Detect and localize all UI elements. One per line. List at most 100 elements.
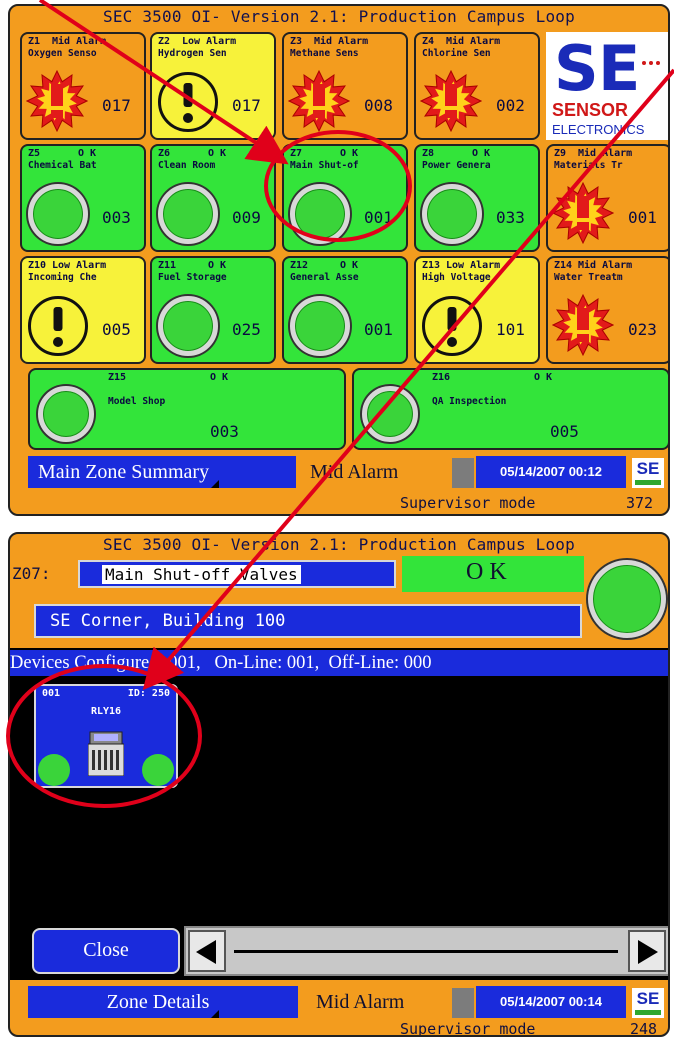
device-card[interactable]: 001 ID: 250 RLY16 (34, 684, 178, 788)
zone-tile-z9[interactable]: Z9 Mid Alarm Materials Tr 001 (546, 144, 668, 252)
sensor-electronics-logo: S E SENSOR ELECTRONICS (546, 32, 668, 140)
zone-status: Mid Alarm (446, 36, 501, 47)
zone-name: Model Shop (108, 396, 166, 407)
zone-number: Z15 (108, 372, 127, 383)
zone-number: Z5 (28, 148, 41, 159)
zone-name: QA Inspection (432, 396, 507, 407)
datetime-display: 05/14/2007 00:14 (476, 986, 626, 1018)
window-title: SEC 3500 OI- Version 2.1: Production Cam… (10, 534, 668, 556)
zone-name: General Asse (290, 272, 359, 283)
menu-label: Main Zone Summary (38, 461, 210, 483)
zone-tile-z13[interactable]: Z13 Low Alarm High Voltage 101 (414, 256, 540, 364)
ok-status-icon (362, 386, 418, 442)
menu-label: Zone Details (106, 991, 210, 1013)
zone-device-count: 003 (102, 208, 131, 227)
zone-tile-z11[interactable]: Z11 O K Fuel Storage 025 (150, 256, 276, 364)
zone-number: Z13 (422, 260, 441, 271)
location-text: SE Corner, Building 100 (50, 611, 286, 631)
main-zone-summary-screen: SEC 3500 OI- Version 2.1: Production Cam… (8, 4, 670, 516)
device-right-status-icon (142, 754, 174, 786)
zone-device-count: 023 (628, 320, 657, 339)
zone-tile-z16[interactable]: Z16 O K QA Inspection 005 (352, 368, 668, 450)
zone-tile-z5[interactable]: Z5 O K Chemical Bat 003 (20, 144, 146, 252)
alarm-indicator-box (452, 988, 474, 1018)
zone-number: Z14 (554, 260, 573, 271)
zone-status: Mid Alarm (314, 36, 369, 47)
zone-device-count: 005 (102, 320, 131, 339)
zone-tile-z6[interactable]: Z6 O K Clean Room 009 (150, 144, 276, 252)
ok-status-icon (290, 296, 350, 356)
zone-number: Z12 (290, 260, 309, 271)
mid-alarm-burst-icon (288, 70, 350, 132)
ok-status-icon (158, 184, 218, 244)
zone-number: Z6 (158, 148, 171, 159)
relay-module-icon (88, 731, 124, 776)
alarm-indicator-box (452, 458, 474, 488)
close-button-label: Close (83, 939, 129, 961)
zone-device-count: 017 (232, 96, 261, 115)
mid-alarm-burst-icon (552, 294, 614, 356)
zone-tile-z2[interactable]: Z2 Low Alarm Hydrogen Sen 017 (150, 32, 276, 140)
zone-status: O K (340, 148, 359, 159)
zone-name: Main Shut-of (290, 160, 359, 171)
ok-status-icon (422, 184, 482, 244)
scroll-left-button[interactable] (188, 930, 226, 972)
zone-number: Z1 (28, 36, 41, 47)
zone-device-count: 001 (364, 320, 393, 339)
zone-name: Chlorine Sen (422, 48, 491, 59)
zone-device-count: 009 (232, 208, 261, 227)
alarm-status-label: Mid Alarm (316, 991, 405, 1013)
zone-tile-z15[interactable]: Z15 O K Model Shop 003 (28, 368, 346, 450)
zone-name-text: Main Shut-off Valves (102, 565, 301, 584)
scroll-right-button[interactable] (628, 930, 666, 972)
device-scrollbar[interactable] (184, 926, 668, 976)
mode-label: Supervisor mode (400, 1020, 536, 1037)
zone-device-count: 017 (102, 96, 131, 115)
location-field[interactable]: SE Corner, Building 100 (34, 604, 582, 638)
zone-tile-z1[interactable]: Z1 Mid Alarm Oxygen Senso 017 (20, 32, 146, 140)
zone-tile-z14[interactable]: Z14 Mid Alarm Water Treatm 023 (546, 256, 668, 364)
svg-text:E: E (598, 32, 640, 105)
zone-tile-z12[interactable]: Z12 O K General Asse 001 (282, 256, 408, 364)
zone-device-count: 002 (496, 96, 525, 115)
zone-tile-z8[interactable]: Z8 O K Power Genera 033 (414, 144, 540, 252)
scroll-left-arrow-icon (196, 940, 216, 964)
zone-status: O K (340, 260, 359, 271)
zone-number: Z8 (422, 148, 435, 159)
zone-status-text: O K (466, 559, 507, 585)
low-alarm-icon (422, 296, 482, 356)
zone-device-count: 008 (364, 96, 393, 115)
mid-alarm-burst-icon (420, 70, 482, 132)
zone-device-count: 001 (628, 208, 657, 227)
zone-tile-z4[interactable]: Z4 Mid Alarm Chlorine Sen 002 (414, 32, 540, 140)
zone-device-count: 001 (364, 208, 393, 227)
datetime-display: 05/14/2007 00:12 (476, 456, 626, 488)
mid-alarm-burst-icon (26, 70, 88, 132)
logo-sensor-text: SENSOR (552, 100, 629, 120)
zone-tile-z3[interactable]: Z3 Mid Alarm Methane Sens 008 (282, 32, 408, 140)
zone-name-field[interactable]: Main Shut-off Valves (78, 560, 396, 588)
device-left-status-icon (38, 754, 70, 786)
zone-name: Hydrogen Sen (158, 48, 227, 59)
device-number: 001 (42, 688, 61, 699)
ok-status-icon (290, 184, 350, 244)
zone-status: O K (472, 148, 491, 159)
ok-status-icon (28, 184, 88, 244)
zone-name: High Voltage (422, 272, 491, 283)
main-zone-summary-menu[interactable]: Main Zone Summary (28, 456, 296, 488)
zone-name: Materials Tr (554, 160, 623, 171)
low-alarm-icon (28, 296, 88, 356)
window-title: SEC 3500 OI- Version 2.1: Production Cam… (103, 7, 575, 26)
zone-device-count: 003 (210, 422, 239, 441)
zone-number: Z2 (158, 36, 171, 47)
zone-tile-z10[interactable]: Z10 Low Alarm Incoming Che 005 (20, 256, 146, 364)
zone-details-screen: SEC 3500 OI- Version 2.1: Production Cam… (8, 532, 670, 1037)
close-button[interactable]: Close (32, 928, 180, 974)
zone-details-menu[interactable]: Zone Details (28, 986, 298, 1018)
devices-summary: Devices Configured: 001, On-Line: 001, O… (10, 650, 668, 676)
svg-text:S: S (554, 32, 599, 105)
zone-id: Z07: (12, 564, 51, 583)
zone-name: Incoming Che (28, 272, 97, 283)
zone-number: Z11 (158, 260, 177, 271)
zone-tile-z7[interactable]: Z7 O K Main Shut-of 001 (282, 144, 408, 252)
